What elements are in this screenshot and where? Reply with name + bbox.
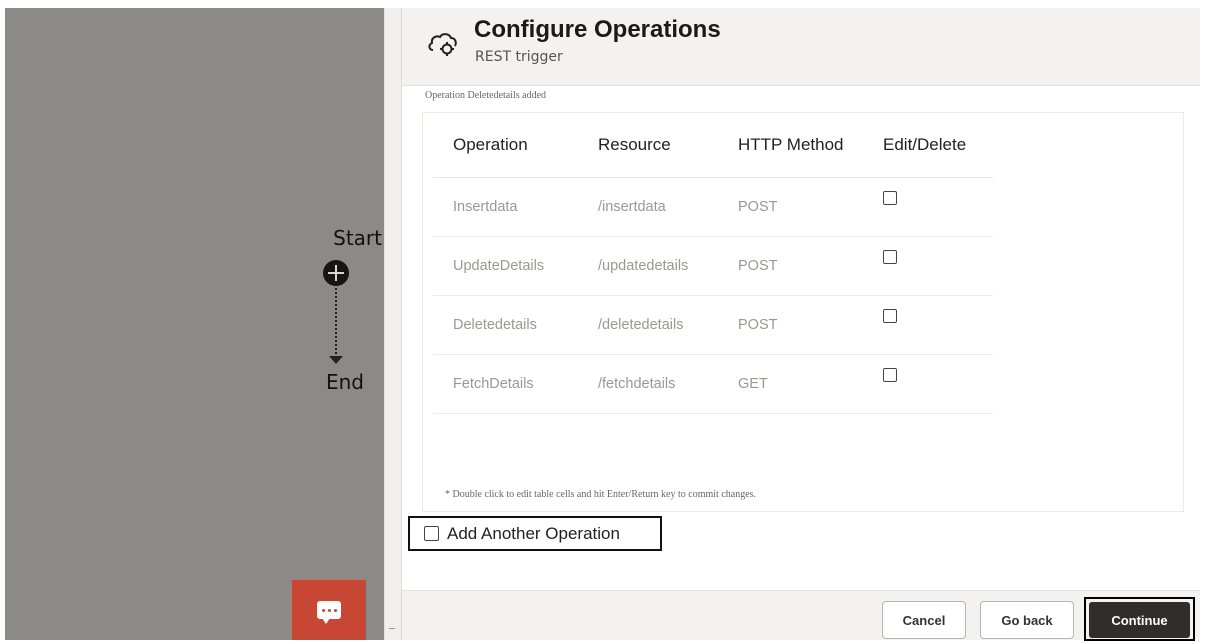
status-message: Operation Deletedetails added — [425, 90, 547, 101]
operation-cell[interactable]: Insertdata — [433, 177, 578, 237]
app-root: Start End Configure Operations REST trig… — [0, 0, 1205, 644]
table-hint-note: * Double click to edit table cells and h… — [445, 489, 757, 500]
continue-button[interactable]: Continue — [1089, 602, 1190, 638]
column-header-edit-delete: Edit/Delete — [863, 113, 993, 178]
column-header-http-method: HTTP Method — [718, 113, 863, 178]
flow-arrow-icon — [329, 356, 343, 364]
configure-operations-panel: Configure Operations REST trigger Operat… — [401, 8, 1200, 641]
integration-canvas[interactable]: Start End — [5, 8, 384, 640]
operations-table-container: Operation Resource HTTP Method Edit/Dele… — [422, 112, 1184, 512]
panel-resize-handle[interactable] — [384, 8, 401, 640]
chat-icon — [317, 601, 341, 624]
method-cell[interactable]: GET — [718, 354, 863, 414]
resource-cell[interactable]: /updatedetails — [578, 236, 718, 296]
page-title: Configure Operations — [474, 16, 721, 43]
page-subtitle: REST trigger — [475, 49, 563, 65]
column-header-operation: Operation — [433, 113, 578, 178]
method-cell[interactable]: POST — [718, 236, 863, 296]
go-back-button[interactable]: Go back — [980, 601, 1074, 639]
add-node-icon[interactable] — [323, 260, 349, 286]
add-another-operation-checkbox[interactable]: Add Another Operation — [408, 516, 662, 551]
chat-button[interactable] — [292, 580, 366, 640]
row-select-checkbox[interactable] — [883, 249, 897, 264]
column-header-resource: Resource — [578, 113, 718, 178]
operation-cell[interactable]: Deletedetails — [433, 295, 578, 355]
table-row[interactable]: UpdateDetails /updatedetails POST — [433, 236, 993, 296]
flow-connector — [335, 288, 337, 362]
resource-cell[interactable]: /fetchdetails — [578, 354, 718, 414]
method-cell[interactable]: POST — [718, 295, 863, 355]
row-select-checkbox[interactable] — [883, 367, 897, 382]
table-header-row: Operation Resource HTTP Method Edit/Dele… — [433, 113, 993, 178]
panel-header: Configure Operations REST trigger — [402, 8, 1200, 86]
flow-end-label: End — [325, 370, 364, 394]
cancel-button[interactable]: Cancel — [882, 601, 966, 639]
operations-table: Operation Resource HTTP Method Edit/Dele… — [433, 113, 993, 414]
resource-cell[interactable]: /deletedetails — [578, 295, 718, 355]
rest-trigger-icon — [428, 33, 457, 56]
method-cell[interactable]: POST — [718, 177, 863, 237]
table-row[interactable]: Insertdata /insertdata POST — [433, 177, 993, 237]
operation-cell[interactable]: UpdateDetails — [433, 236, 578, 296]
add-another-operation-label[interactable]: Add Another Operation — [447, 524, 620, 544]
table-row[interactable]: Deletedetails /deletedetails POST — [433, 295, 993, 355]
operation-cell[interactable]: FetchDetails — [433, 354, 578, 414]
row-select-checkbox[interactable] — [883, 190, 897, 205]
checkbox-icon[interactable] — [424, 526, 439, 541]
resource-cell[interactable]: /insertdata — [578, 177, 718, 237]
flow-start-label: Start — [333, 226, 382, 250]
panel-footer: Cancel Go back Continue — [402, 590, 1200, 641]
row-select-checkbox[interactable] — [883, 308, 897, 323]
table-row[interactable]: FetchDetails /fetchdetails GET — [433, 354, 993, 414]
